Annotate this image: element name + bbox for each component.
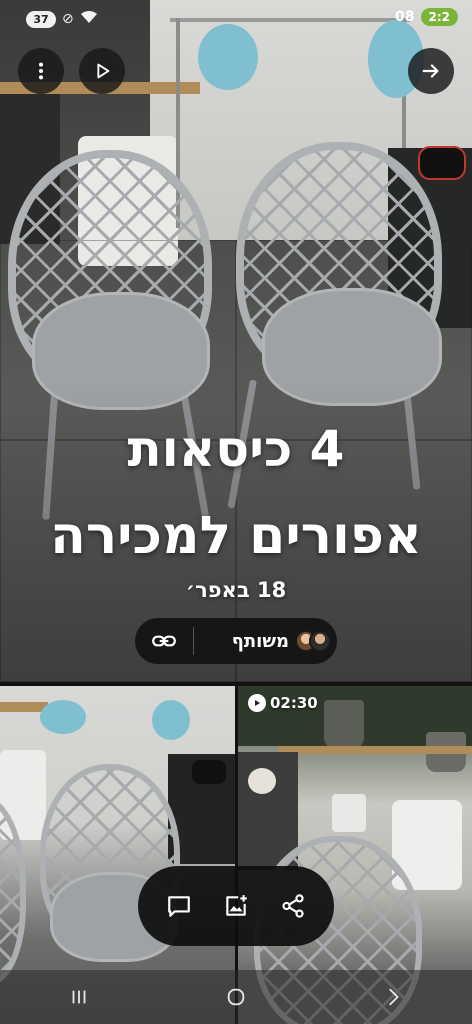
thumb-speaker xyxy=(192,760,226,784)
action-toolbar xyxy=(138,866,334,946)
status-time-pill: 2:2 xyxy=(420,8,458,26)
recents-button[interactable] xyxy=(49,977,109,1017)
sync-icon: ⊘ xyxy=(62,11,74,27)
video-duration: 02:30 xyxy=(270,694,318,712)
home-button[interactable] xyxy=(206,977,266,1017)
status-right: 08 2:2 xyxy=(395,8,458,26)
thumb-shelf xyxy=(278,746,472,754)
battery-indicator: 37 xyxy=(26,10,56,28)
comment-icon xyxy=(167,896,190,917)
thumb-bin xyxy=(332,794,366,832)
sharing-pill: משותף xyxy=(135,618,337,664)
album-date: 18 באפר׳ xyxy=(185,578,287,602)
arrow-right-icon xyxy=(422,64,439,78)
thumb-hanger xyxy=(40,700,86,734)
background-speaker xyxy=(418,146,466,180)
recents-icon xyxy=(72,990,86,1004)
thumb-hanger xyxy=(152,700,190,740)
back-button[interactable] xyxy=(363,977,423,1017)
shared-members-button[interactable]: משותף xyxy=(194,630,337,652)
link-icon xyxy=(152,635,176,647)
add-photo-button[interactable] xyxy=(214,884,258,928)
video-duration-badge: 02:30 xyxy=(248,694,318,712)
shared-avatars xyxy=(295,630,331,652)
system-navigation-bar xyxy=(0,970,472,1024)
play-slideshow-button[interactable] xyxy=(79,48,125,94)
add-photo-icon xyxy=(226,895,247,916)
shared-label: משותף xyxy=(231,630,289,652)
status-clock: 08 xyxy=(395,9,415,25)
wifi-icon xyxy=(80,10,98,28)
forward-button[interactable] xyxy=(408,48,454,94)
play-icon xyxy=(97,63,110,79)
thumb-bowl xyxy=(248,768,276,794)
thumb-plant-pot xyxy=(324,700,364,748)
more-vert-icon xyxy=(38,62,44,80)
more-options-button[interactable] xyxy=(18,48,64,94)
home-icon xyxy=(227,988,245,1006)
video-play-icon xyxy=(248,694,266,712)
share-icon xyxy=(282,894,304,918)
avatar xyxy=(309,630,331,652)
status-bar: 37 ⊘ 08 2:2 xyxy=(0,0,472,38)
share-button[interactable] xyxy=(271,884,315,928)
album-title-line1: 4 כיסאות xyxy=(127,420,345,478)
comment-button[interactable] xyxy=(157,884,201,928)
status-left: 37 ⊘ xyxy=(26,10,98,28)
back-icon xyxy=(389,988,400,1006)
album-title-line2: אפורים למכירה xyxy=(50,506,422,566)
copy-link-button[interactable] xyxy=(135,618,193,664)
